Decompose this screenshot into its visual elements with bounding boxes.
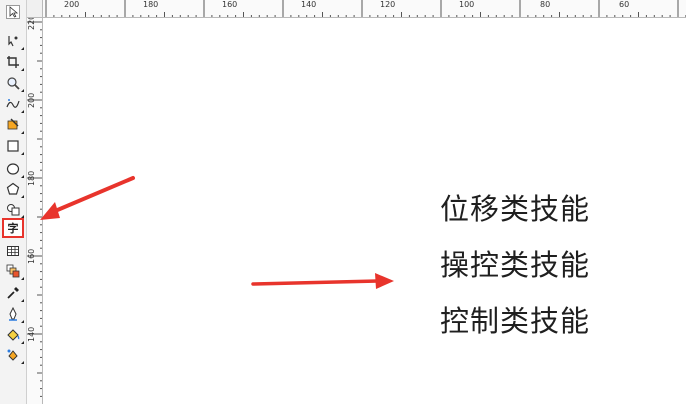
skill-line: 操控类技能	[440, 248, 591, 282]
flyout-indicator-icon	[21, 277, 24, 280]
skill-line: 位移类技能	[440, 192, 591, 226]
zoom-tool-button[interactable]	[4, 74, 24, 92]
smart-fill-tool-button[interactable]	[4, 116, 24, 134]
text-tool-button[interactable]: 字	[2, 218, 24, 238]
rectangle-tool-button[interactable]	[4, 137, 24, 155]
ruler-left-label: 180	[27, 170, 36, 186]
basic-shapes-icon	[6, 202, 20, 216]
table-tool-button[interactable]	[4, 242, 22, 260]
ruler-top-label: 120	[380, 0, 396, 9]
fill-bucket-icon	[6, 328, 20, 342]
ruler-top[interactable]: 200 180 160 140 120 100 80 60	[27, 0, 686, 18]
ruler-top-label: 60	[619, 0, 630, 9]
shape-edit-icon	[6, 34, 20, 48]
ruler-left-label: 160	[27, 248, 36, 264]
polygon-tool-button[interactable]	[4, 180, 24, 198]
ruler-top-label: 100	[459, 0, 475, 9]
skills-text-block[interactable]: 位移类技能 操控类技能 控制类技能	[440, 194, 640, 362]
table-icon	[6, 244, 20, 258]
ellipse-icon	[6, 162, 20, 176]
eyedropper-icon	[6, 286, 20, 300]
ruler-left-label: 220	[27, 18, 36, 30]
eyedropper-tool-button[interactable]	[4, 284, 24, 302]
ruler-top-label: 160	[222, 0, 238, 9]
ruler-left-ticks	[27, 21, 42, 397]
blend-tool-button[interactable]	[4, 262, 24, 280]
basic-shapes-tool-button[interactable]	[4, 200, 24, 218]
ruler-top-ticks	[45, 0, 686, 17]
ruler-top-label: 200	[64, 0, 80, 9]
ruler-top-label: 180	[143, 0, 159, 9]
polygon-icon	[6, 182, 20, 196]
skill-line: 控制类技能	[440, 304, 591, 338]
ruler-left[interactable]: 220 200 180 160 140	[27, 18, 43, 404]
ruler-corner[interactable]	[27, 0, 43, 18]
flyout-indicator-icon	[21, 175, 24, 178]
freehand-icon	[6, 97, 20, 111]
flyout-indicator-icon	[21, 361, 24, 364]
flyout-indicator-icon	[21, 131, 24, 134]
outline-tool-button[interactable]	[4, 305, 24, 323]
ellipse-tool-button[interactable]	[4, 160, 24, 178]
flyout-indicator-icon	[21, 299, 24, 302]
blend-icon	[6, 264, 20, 278]
pick-tool-button[interactable]	[4, 3, 22, 21]
flyout-indicator-icon	[21, 47, 24, 50]
toolbox: 字	[0, 0, 27, 404]
flyout-indicator-icon	[21, 320, 24, 323]
interactive-fill-icon	[6, 348, 20, 362]
flyout-indicator-icon	[21, 68, 24, 71]
smart-fill-icon	[6, 118, 20, 132]
flyout-indicator-icon	[21, 195, 24, 198]
pointer-arrow-icon	[6, 5, 20, 19]
crop-icon	[6, 55, 20, 69]
ruler-left-label: 200	[27, 92, 36, 108]
interactive-fill-tool-button[interactable]	[4, 346, 24, 364]
flyout-indicator-icon	[21, 110, 24, 113]
shape-tool-button[interactable]	[4, 32, 24, 50]
fill-tool-button[interactable]	[4, 326, 24, 344]
rectangle-icon	[6, 139, 20, 153]
ruler-left-label: 140	[27, 326, 36, 342]
text-tool-icon: 字	[7, 221, 19, 235]
ruler-top-label: 140	[301, 0, 317, 9]
flyout-indicator-icon	[21, 152, 24, 155]
zoom-icon	[6, 76, 20, 90]
crop-tool-button[interactable]	[4, 53, 24, 71]
flyout-indicator-icon	[21, 341, 24, 344]
freehand-tool-button[interactable]	[4, 95, 24, 113]
outline-pen-icon	[6, 307, 20, 321]
flyout-indicator-icon	[21, 89, 24, 92]
ruler-top-label: 80	[540, 0, 551, 9]
